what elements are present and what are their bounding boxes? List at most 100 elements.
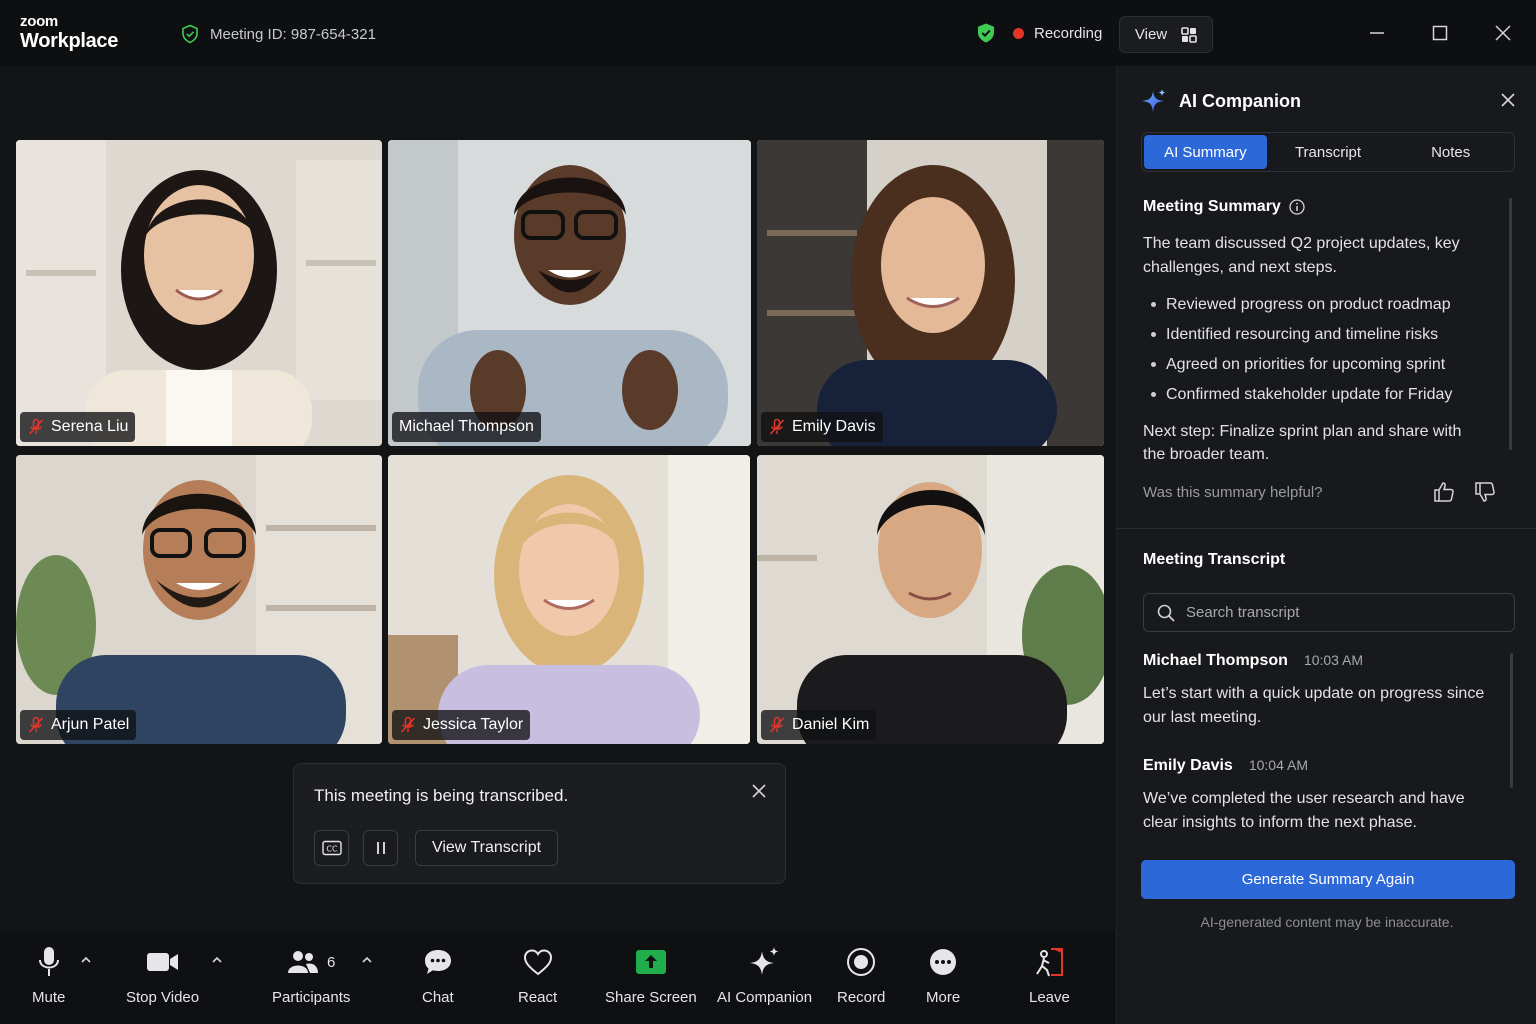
chat-button[interactable]: Chat <box>422 945 454 1006</box>
next-step-text: Next step: Finalize sprint plan and shar… <box>1143 423 1462 463</box>
list-item: Agreed on priorities for upcoming sprint <box>1151 350 1452 380</box>
close-icon <box>1495 25 1511 41</box>
participants-icon: 6 <box>287 945 335 979</box>
more-dots-icon <box>928 945 958 979</box>
participants-button[interactable]: 6 Participants <box>272 945 350 1006</box>
ai-companion-label: AI Companion <box>717 989 813 1006</box>
participant-name: Emily Davis <box>792 418 876 435</box>
microphone-icon <box>37 945 61 979</box>
recording-status[interactable]: Recording <box>975 22 1102 44</box>
video-tile-daniel-kim[interactable]: Daniel Kim <box>757 455 1104 744</box>
tab-notes[interactable]: Notes <box>1389 135 1512 169</box>
record-label: Record <box>837 989 886 1006</box>
section-divider <box>1117 528 1536 529</box>
mute-button[interactable]: Mute <box>32 945 65 1006</box>
panel-title: AI Companion <box>1179 90 1301 111</box>
grid-view-icon <box>1181 26 1197 43</box>
close-panel-icon[interactable] <box>1498 90 1518 110</box>
record-button[interactable]: Record <box>837 945 885 1006</box>
leave-label: Leave <box>1029 989 1070 1006</box>
stop-video-label: Stop Video <box>126 989 200 1006</box>
transcript-text: Let’s start with a quick update on progr… <box>1143 685 1485 726</box>
timestamp: 10:04 AM <box>1248 757 1308 773</box>
chat-bubble-icon <box>423 945 453 979</box>
thumbs-up-icon[interactable] <box>1432 480 1456 504</box>
participant-video-image <box>388 455 750 744</box>
generate-summary-button[interactable]: Generate Summary Again <box>1141 860 1515 899</box>
video-tile-serena-liu[interactable]: Serena Liu <box>16 140 382 446</box>
meeting-info[interactable]: Meeting ID: 987-654-321 <box>180 24 376 44</box>
participant-name-tag: Arjun Patel <box>20 710 137 740</box>
video-tile-jessica-taylor[interactable]: Jessica Taylor <box>388 455 750 744</box>
title-bar: zoom Workplace Meeting ID: 987-654-321 R… <box>0 0 1536 66</box>
mute-label: Mute <box>32 989 66 1006</box>
participant-name: Jessica Taylor <box>423 716 524 733</box>
mic-muted-icon <box>769 716 785 733</box>
tab-ai-summary[interactable]: AI Summary <box>1144 135 1267 169</box>
summary-bullets: Reviewed progress on product roadmap Ide… <box>1151 290 1452 410</box>
panel-header: AI Companion <box>1141 88 1301 114</box>
share-screen-label: Share Screen <box>605 989 697 1006</box>
meeting-toolbar: Mute Stop Video 6 Participants Chat Reac… <box>0 931 1115 1024</box>
sparkle-icon <box>748 945 782 979</box>
participant-video-image <box>757 455 1104 744</box>
minimize-icon <box>1370 32 1384 34</box>
mic-muted-icon <box>28 418 44 435</box>
participants-count: 6 <box>327 953 336 971</box>
summary-scrollbar[interactable] <box>1509 198 1512 450</box>
stop-video-button[interactable]: Stop Video <box>126 945 199 1006</box>
participant-video-image <box>388 140 751 446</box>
ai-companion-button[interactable]: AI Companion <box>717 945 812 1006</box>
close-icon[interactable] <box>749 781 769 801</box>
chevron-up-icon[interactable] <box>361 955 373 965</box>
transcript-scrollbar[interactable] <box>1510 653 1513 788</box>
speaker-name: Michael Thompson <box>1143 652 1288 669</box>
pause-transcription-button[interactable] <box>363 830 398 866</box>
video-tile-michael-thompson[interactable]: Michael Thompson <box>388 140 751 446</box>
participant-video-image <box>757 140 1104 446</box>
chevron-up-icon[interactable] <box>211 955 223 965</box>
maximize-button[interactable] <box>1427 20 1453 46</box>
mic-muted-icon <box>400 716 416 733</box>
transcription-notice: This meeting is being transcribed. CC Vi… <box>293 763 786 884</box>
maximize-icon <box>1432 25 1448 41</box>
list-item: Confirmed stakeholder update for Friday <box>1151 380 1452 410</box>
participant-name-tag: Jessica Taylor <box>392 710 531 740</box>
video-tile-emily-davis[interactable]: Emily Davis <box>757 140 1104 446</box>
participant-name-tag: Daniel Kim <box>761 710 877 740</box>
closed-captions-icon: CC <box>321 840 342 856</box>
close-window-button[interactable] <box>1490 20 1516 46</box>
react-button[interactable]: React <box>518 945 557 1006</box>
list-item: Reviewed progress on product roadmap <box>1151 290 1452 320</box>
minimize-button[interactable] <box>1364 20 1390 46</box>
transcript-entry: Emily Davis 10:04 AM We’ve completed the… <box>1143 757 1503 835</box>
view-button[interactable]: View <box>1119 16 1213 53</box>
search-transcript-input[interactable] <box>1186 604 1486 621</box>
participant-name-tag: Emily Davis <box>761 412 883 442</box>
ai-companion-panel: AI Companion AI Summary Transcript Notes… <box>1116 66 1536 1024</box>
participant-name: Daniel Kim <box>792 716 870 733</box>
chat-label: Chat <box>422 989 454 1006</box>
record-icon <box>846 945 876 979</box>
transcript-speaker-row: Michael Thompson 10:03 AM <box>1143 652 1503 670</box>
logo-text-bottom: Workplace <box>20 30 119 52</box>
thumbs-down-icon[interactable] <box>1473 480 1497 504</box>
more-button[interactable]: More <box>926 945 960 1006</box>
tab-transcript[interactable]: Transcript <box>1267 135 1390 169</box>
encryption-shield-icon <box>978 23 994 43</box>
view-label: View <box>1134 26 1168 43</box>
view-transcript-button[interactable]: View Transcript <box>415 830 558 866</box>
video-tile-arjun-patel[interactable]: Arjun Patel <box>16 455 382 744</box>
chevron-up-icon[interactable] <box>80 955 92 965</box>
share-screen-icon <box>635 945 667 979</box>
summary-title: Meeting Summary <box>1143 198 1281 215</box>
info-icon[interactable] <box>1289 199 1305 215</box>
mic-muted-icon <box>28 716 44 733</box>
ai-disclaimer: AI-generated content may be inaccurate. <box>1200 914 1454 930</box>
share-screen-button[interactable]: Share Screen <box>605 945 697 1006</box>
participant-name-tag: Michael Thompson <box>392 412 541 442</box>
transcript-heading: Meeting Transcript <box>1143 551 1286 568</box>
search-transcript-box[interactable] <box>1143 593 1515 632</box>
captions-button[interactable]: CC <box>314 830 349 866</box>
leave-button[interactable]: Leave <box>1029 945 1070 1006</box>
